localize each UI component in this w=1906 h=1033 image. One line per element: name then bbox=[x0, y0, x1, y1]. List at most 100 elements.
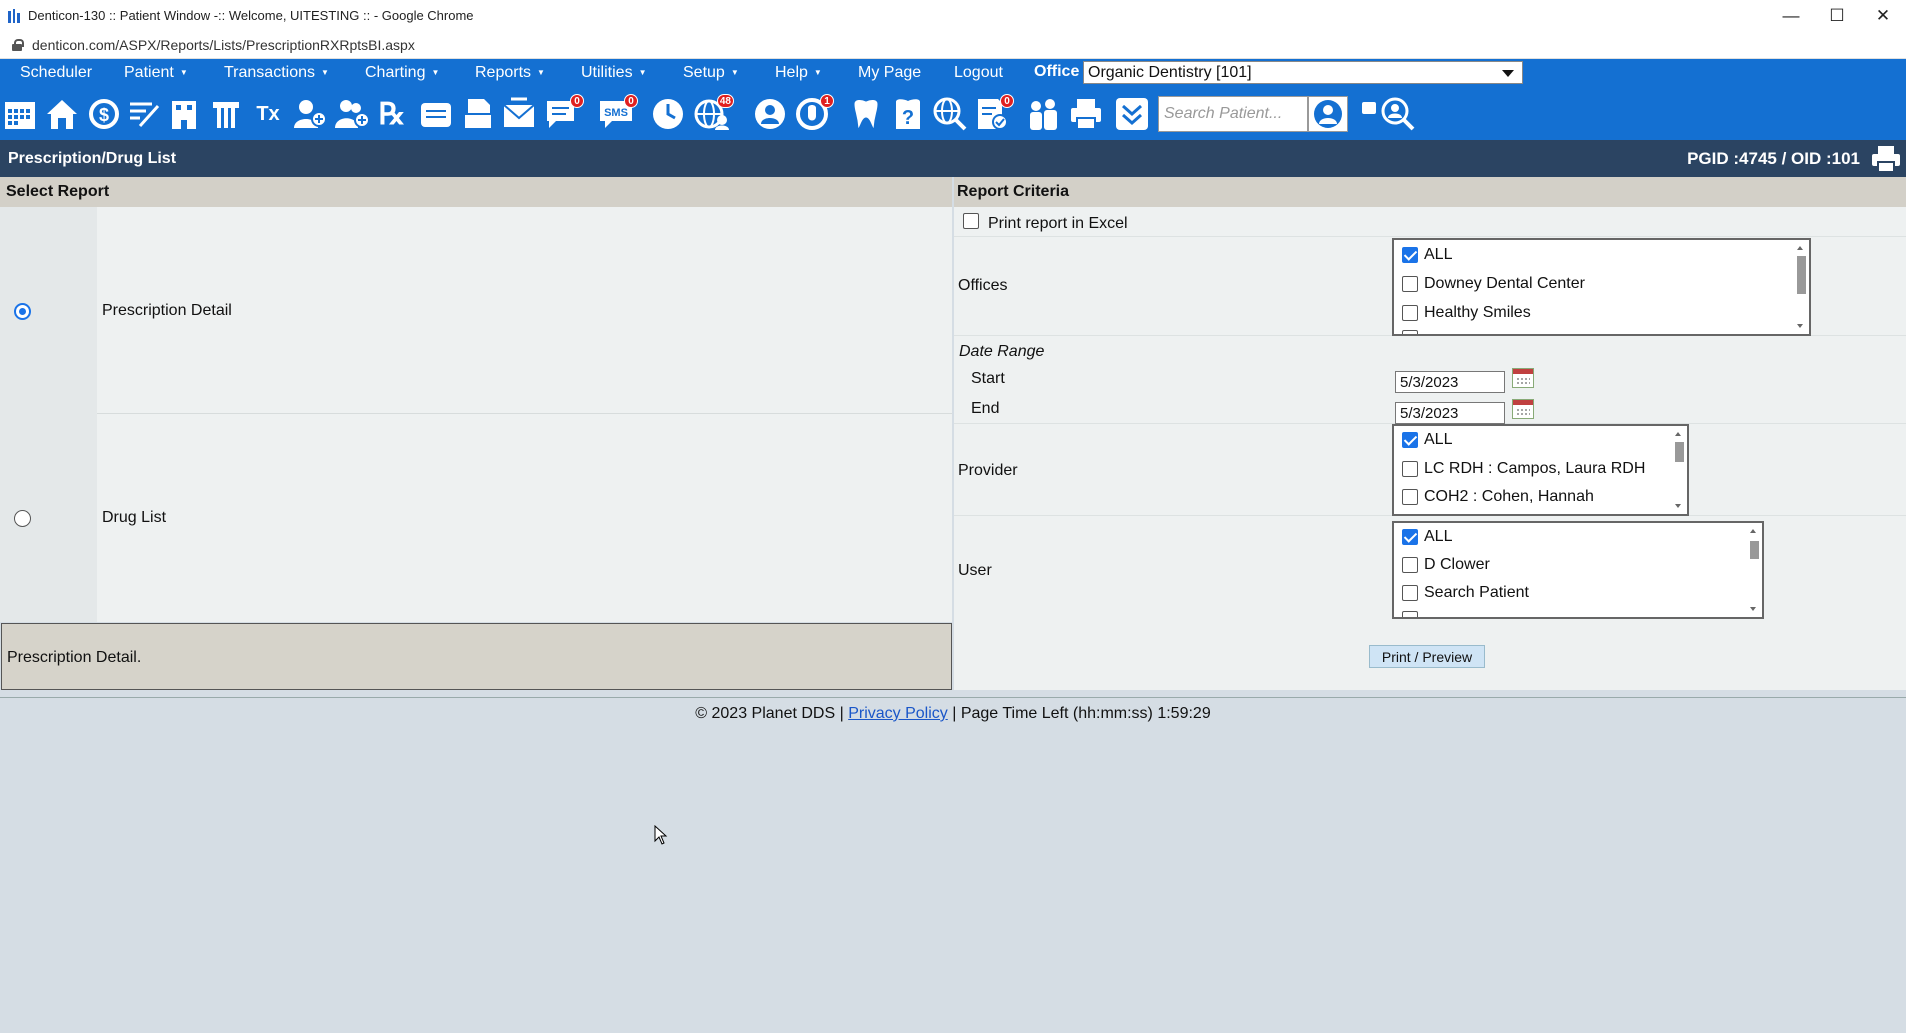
menu-my-page[interactable]: My Page bbox=[858, 59, 921, 86]
user-checkbox[interactable] bbox=[1402, 557, 1418, 573]
payment-icon[interactable]: $ bbox=[86, 96, 122, 132]
collapse-down-icon[interactable] bbox=[1114, 96, 1150, 132]
offices-listbox[interactable]: ALL Downey Dental Center Healthy Smiles bbox=[1392, 238, 1811, 336]
list-item[interactable]: LC RDH : Campos, Laura RDH bbox=[1402, 460, 1645, 478]
user-listbox[interactable]: ALL D Clower Search Patient bbox=[1392, 521, 1764, 619]
user-scrollbar[interactable] bbox=[1748, 525, 1760, 615]
provider-scrollbar[interactable] bbox=[1673, 428, 1685, 512]
report-option-prescription-detail[interactable]: Prescription Detail bbox=[0, 207, 952, 414]
report-list: Prescription Detail Drug List bbox=[0, 207, 952, 622]
family-icon[interactable] bbox=[1026, 96, 1062, 132]
user-row: User ALL D Clower Search Patient bbox=[954, 516, 1906, 619]
list-item[interactable]: ALL bbox=[1402, 528, 1452, 546]
notes-edit-icon[interactable] bbox=[126, 96, 162, 132]
scroll-up-icon[interactable] bbox=[1750, 529, 1756, 533]
close-button[interactable]: ✕ bbox=[1860, 0, 1906, 31]
reminders-icon[interactable]: 1 bbox=[794, 94, 834, 132]
add-family-icon[interactable] bbox=[334, 96, 370, 132]
office-checkbox[interactable] bbox=[1402, 247, 1418, 263]
menu-label: Transactions bbox=[224, 63, 315, 81]
scroll-down-icon[interactable] bbox=[1797, 324, 1803, 328]
list-item[interactable]: ALL bbox=[1402, 431, 1452, 449]
caret-down-icon: ▼ bbox=[730, 68, 739, 77]
menu-help[interactable]: Help ▼ bbox=[775, 59, 822, 86]
minimize-button[interactable]: — bbox=[1768, 0, 1814, 31]
search-patient-button[interactable] bbox=[1308, 96, 1348, 132]
menu-transactions[interactable]: Transactions ▼ bbox=[224, 59, 329, 86]
sms-icon[interactable]: SMS 0 bbox=[598, 94, 638, 132]
provider-checkbox[interactable] bbox=[1402, 461, 1418, 477]
menu-charting[interactable]: Charting ▼ bbox=[365, 59, 439, 86]
user-checkbox[interactable] bbox=[1402, 585, 1418, 601]
print-icon[interactable] bbox=[1068, 96, 1104, 132]
end-date-input[interactable]: 5/3/2023 bbox=[1395, 402, 1505, 424]
user-checkbox[interactable] bbox=[1402, 529, 1418, 545]
ledger-icon[interactable] bbox=[418, 96, 454, 132]
search-patient-input[interactable]: Search Patient... bbox=[1158, 96, 1308, 132]
chat-toggle-icon[interactable] bbox=[1362, 102, 1376, 114]
start-date-input[interactable]: 5/3/2023 bbox=[1395, 371, 1505, 393]
list-item[interactable]: COH2 : Cohen, Hannah bbox=[1402, 488, 1594, 506]
main-menu: Scheduler Patient ▼ Transactions ▼ Chartin… bbox=[0, 59, 1906, 86]
clock-icon[interactable] bbox=[650, 96, 686, 132]
scroll-up-icon[interactable] bbox=[1797, 246, 1803, 250]
menu-reports[interactable]: Reports ▼ bbox=[475, 59, 545, 86]
address-bar[interactable]: denticon.com/ASPX/Reports/Lists/Prescrip… bbox=[0, 31, 1906, 59]
printer-icon[interactable] bbox=[1870, 145, 1902, 173]
start-calendar-icon[interactable] bbox=[1512, 368, 1534, 388]
scroll-up-icon[interactable] bbox=[1675, 432, 1681, 436]
address-url[interactable]: denticon.com/ASPX/Reports/Lists/Prescrip… bbox=[32, 37, 415, 53]
menu-setup[interactable]: Setup ▼ bbox=[683, 59, 739, 86]
prescription-rx-icon[interactable]: ℞ bbox=[374, 96, 410, 132]
office-checkbox[interactable] bbox=[1402, 305, 1418, 321]
treatment-tx-icon[interactable]: Tx bbox=[250, 96, 286, 132]
privacy-policy-link[interactable]: Privacy Policy bbox=[848, 705, 948, 722]
provider-checkbox[interactable] bbox=[1402, 489, 1418, 505]
offices-scrollbar[interactable] bbox=[1795, 242, 1807, 332]
tooth-icon[interactable] bbox=[848, 96, 884, 132]
web-users-icon[interactable]: 48 bbox=[694, 94, 734, 132]
documents-icon[interactable] bbox=[460, 96, 496, 132]
web-search-icon[interactable] bbox=[932, 96, 968, 132]
calendar-icon[interactable] bbox=[2, 96, 38, 132]
list-item[interactable]: Healthy Smiles bbox=[1402, 304, 1531, 322]
report-option-drug-list[interactable]: Drug List bbox=[0, 415, 952, 622]
support-globe-icon[interactable] bbox=[752, 96, 788, 132]
list-item[interactable]: Search Patient bbox=[1402, 584, 1529, 602]
tooth-question-icon[interactable]: ? bbox=[890, 96, 926, 132]
scroll-down-icon[interactable] bbox=[1675, 504, 1681, 508]
excel-checkbox[interactable] bbox=[963, 213, 979, 229]
office-select[interactable]: Organic Dentistry [101] bbox=[1083, 61, 1523, 84]
menu-label: Patient bbox=[124, 63, 174, 81]
home-icon[interactable] bbox=[44, 96, 80, 132]
advanced-search-icon[interactable] bbox=[1380, 96, 1416, 132]
copyright-text: © 2023 Planet DDS | bbox=[695, 705, 844, 722]
clinic-icon[interactable] bbox=[166, 96, 202, 132]
office-label: Downey Dental Center bbox=[1424, 275, 1585, 292]
user-checkbox[interactable] bbox=[1402, 611, 1418, 617]
add-patient-icon[interactable] bbox=[292, 96, 328, 132]
end-calendar-icon[interactable] bbox=[1512, 399, 1534, 419]
end-row: End 5/3/2023 bbox=[954, 393, 1906, 424]
radio-drug-list[interactable] bbox=[14, 510, 31, 527]
menu-label: Help bbox=[775, 63, 808, 81]
office-checkbox[interactable] bbox=[1402, 276, 1418, 292]
menu-scheduler[interactable]: Scheduler bbox=[20, 59, 92, 86]
tooth-chart-icon[interactable] bbox=[208, 96, 244, 132]
mail-icon[interactable] bbox=[501, 96, 537, 132]
forms-icon[interactable]: 0 bbox=[974, 94, 1014, 132]
scroll-down-icon[interactable] bbox=[1750, 607, 1756, 611]
list-item[interactable] bbox=[1402, 611, 1418, 617]
print-preview-button[interactable]: Print / Preview bbox=[1369, 645, 1485, 668]
list-item[interactable]: ALL bbox=[1402, 246, 1452, 264]
provider-listbox[interactable]: ALL LC RDH : Campos, Laura RDH COH2 : Co… bbox=[1392, 424, 1689, 516]
list-item[interactable]: D Clower bbox=[1402, 556, 1490, 574]
radio-prescription-detail[interactable] bbox=[14, 303, 31, 320]
messages-icon[interactable]: 0 bbox=[544, 94, 584, 132]
menu-logout[interactable]: Logout bbox=[954, 59, 1003, 86]
provider-checkbox[interactable] bbox=[1402, 432, 1418, 448]
menu-patient[interactable]: Patient ▼ bbox=[124, 59, 188, 86]
menu-utilities[interactable]: Utilities ▼ bbox=[581, 59, 646, 86]
list-item[interactable]: Downey Dental Center bbox=[1402, 275, 1585, 293]
maximize-button[interactable]: ☐ bbox=[1814, 0, 1860, 31]
